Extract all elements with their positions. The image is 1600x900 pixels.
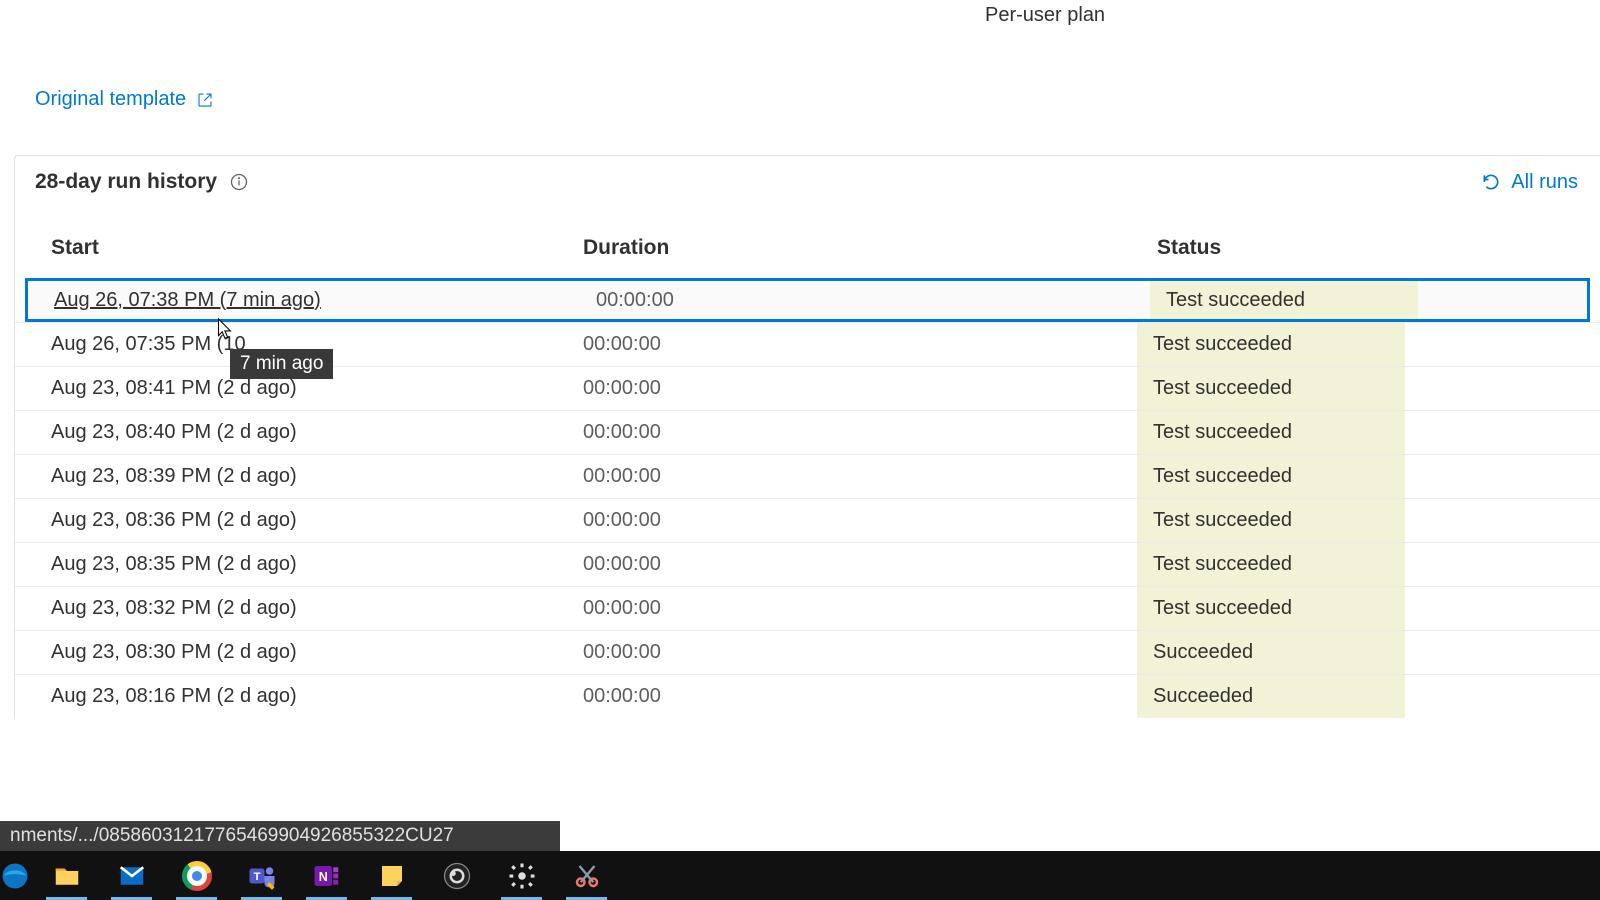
run-history-table: Start Duration Status Aug 26, 07:38 PM (… [15,208,1600,718]
taskbar-edge[interactable] [0,851,34,900]
col-start[interactable]: Start [15,236,583,260]
svg-text:T: T [253,870,260,882]
stickynotes-icon [377,861,407,891]
cell-start[interactable]: Aug 23, 08:35 PM (2 d ago) [15,553,583,576]
taskbar-obs[interactable] [424,851,489,900]
cell-start[interactable]: Aug 23, 08:39 PM (2 d ago) [15,465,583,488]
teams-icon: T [247,861,277,891]
table-row[interactable]: Aug 23, 08:40 PM (2 d ago)00:00:00Test s… [15,410,1600,454]
taskbar-stickynotes[interactable] [359,851,424,900]
browser-statusbar: nments/.../08586031217765469904926855322… [0,821,560,851]
mail-icon [117,861,147,891]
cell-start[interactable]: Aug 23, 08:16 PM (2 d ago) [15,685,583,708]
table-row[interactable]: Aug 23, 08:39 PM (2 d ago)00:00:00Test s… [15,454,1600,498]
cell-status: Test succeeded [1150,281,1587,319]
all-runs-button[interactable]: All runs [1481,171,1578,194]
cell-duration: 00:00:00 [583,553,1137,576]
cell-status: Test succeeded [1137,411,1600,454]
table-header: Start Duration Status [15,208,1600,278]
info-icon[interactable] [229,172,249,192]
original-template-link[interactable]: Original template [35,88,214,111]
external-link-icon [196,91,214,109]
cell-status: Test succeeded [1137,587,1600,630]
windows-taskbar: T N [0,851,1600,900]
refresh-icon [1481,172,1501,192]
table-body: Aug 26, 07:38 PM (7 min ago)00:00:00Test… [15,278,1600,718]
onenote-icon: N [312,861,342,891]
table-row[interactable]: Aug 23, 08:35 PM (2 d ago)00:00:00Test s… [15,542,1600,586]
cell-start[interactable]: Aug 23, 08:40 PM (2 d ago) [15,421,583,444]
cell-status: Succeeded [1137,675,1600,718]
status-badge: Succeeded [1137,675,1405,718]
status-badge: Test succeeded [1137,587,1405,630]
all-runs-label: All runs [1511,171,1578,194]
cell-start[interactable]: Aug 23, 08:36 PM (2 d ago) [15,509,583,532]
cell-duration: 00:00:00 [583,377,1137,400]
obs-icon [442,861,472,891]
svg-text:N: N [318,870,327,884]
cell-duration: 00:00:00 [583,465,1137,488]
cell-status: Succeeded [1137,631,1600,674]
taskbar-settings[interactable] [489,851,554,900]
status-badge: Test succeeded [1137,499,1405,542]
cell-duration: 00:00:00 [596,289,1150,312]
table-row[interactable]: Aug 23, 08:30 PM (2 d ago)00:00:00Succee… [15,630,1600,674]
table-row[interactable]: Aug 26, 07:38 PM (7 min ago)00:00:00Test… [25,278,1590,322]
cell-duration: 00:00:00 [583,597,1137,620]
cell-duration: 00:00:00 [583,421,1137,444]
cell-start[interactable]: Aug 23, 08:30 PM (2 d ago) [15,641,583,664]
cell-status: Test succeeded [1137,455,1600,498]
cell-duration: 00:00:00 [583,685,1137,708]
card-header: 28-day run history All runs [15,156,1600,208]
cell-status: Test succeeded [1137,367,1600,410]
title-group: 28-day run history [35,170,249,194]
gear-icon [507,861,537,891]
snip-icon [572,861,602,891]
cell-duration: 00:00:00 [583,509,1137,532]
status-badge: Test succeeded [1137,367,1405,410]
cell-duration: 00:00:00 [583,641,1137,664]
plan-label: Per-user plan [985,4,1105,27]
original-template-text: Original template [35,88,186,111]
time-tooltip: 7 min ago [230,349,333,379]
file-explorer-icon [52,861,82,891]
cell-start[interactable]: Aug 26, 07:38 PM (7 min ago) [28,289,596,312]
taskbar-chrome[interactable] [164,851,229,900]
cell-duration: 00:00:00 [583,333,1137,356]
col-status[interactable]: Status [1137,236,1600,260]
run-history-card: 28-day run history All runs Start Durati… [14,155,1600,718]
col-duration[interactable]: Duration [583,236,1137,260]
status-badge: Test succeeded [1137,411,1405,454]
status-badge: Test succeeded [1137,455,1405,498]
status-badge: Test succeeded [1137,323,1405,366]
table-row[interactable]: Aug 23, 08:16 PM (2 d ago)00:00:00Succee… [15,674,1600,718]
cell-status: Test succeeded [1137,543,1600,586]
taskbar-mail[interactable] [99,851,164,900]
cell-start[interactable]: Aug 23, 08:41 PM (2 d ago) [15,377,583,400]
table-row[interactable]: Aug 23, 08:36 PM (2 d ago)00:00:00Test s… [15,498,1600,542]
cell-status: Test succeeded [1137,323,1600,366]
status-badge: Test succeeded [1137,543,1405,586]
status-badge: Test succeeded [1150,281,1418,319]
chrome-icon [182,861,212,891]
taskbar-snip[interactable] [554,851,619,900]
cell-status: Test succeeded [1137,499,1600,542]
card-title: 28-day run history [35,170,217,194]
taskbar-onenote[interactable]: N [294,851,359,900]
status-badge: Succeeded [1137,631,1405,674]
table-row[interactable]: Aug 23, 08:32 PM (2 d ago)00:00:00Test s… [15,586,1600,630]
taskbar-teams[interactable]: T [229,851,294,900]
edge-icon [0,861,30,891]
cell-start[interactable]: Aug 23, 08:32 PM (2 d ago) [15,597,583,620]
taskbar-explorer[interactable] [34,851,99,900]
